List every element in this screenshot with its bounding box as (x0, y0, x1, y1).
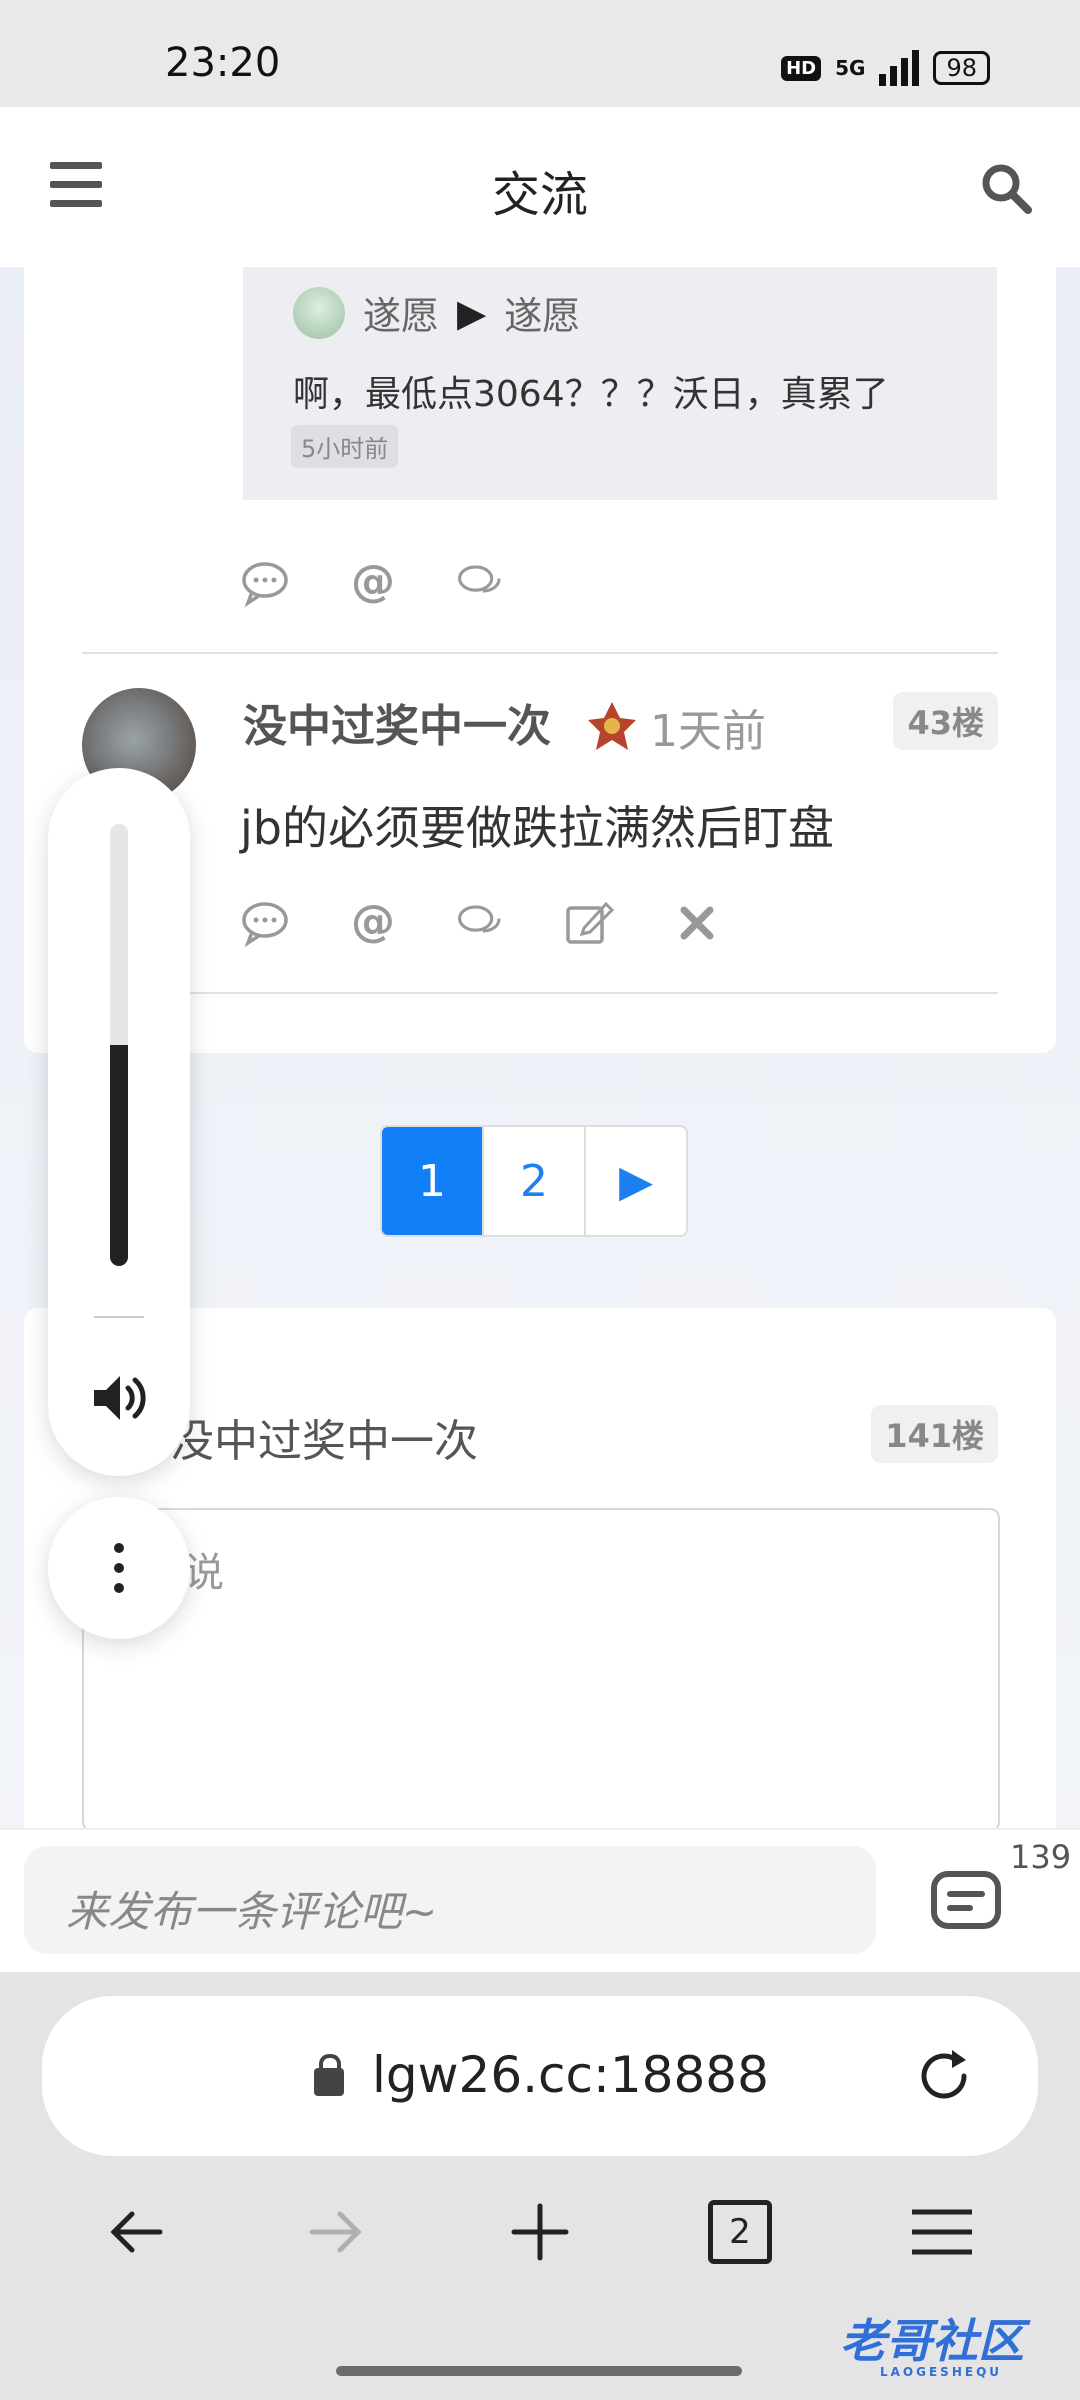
signal-icon (879, 50, 920, 86)
post-time: 1天前 (650, 706, 766, 757)
quote-actions: @ (240, 558, 506, 608)
back-icon (110, 2211, 163, 2253)
page-button-1[interactable]: 1 (382, 1127, 484, 1235)
status-bar: 23:20 HD 5G 98 (0, 0, 1080, 107)
reply-icon[interactable] (456, 558, 506, 608)
browser-menu-button[interactable] (902, 2192, 982, 2272)
comment-icon[interactable] (240, 558, 290, 608)
hd-icon: HD (781, 55, 822, 81)
post-username[interactable]: 没中过奖中一次 (243, 690, 551, 754)
quote-from-user[interactable]: 遂愿 (363, 285, 439, 340)
post-actions: @ (240, 898, 722, 948)
avatar[interactable] (293, 286, 345, 339)
badge-icon (588, 702, 636, 750)
mention-icon[interactable]: @ (348, 558, 398, 608)
quote-time: 5小时前 (291, 425, 399, 468)
status-icons: HD 5G 98 (781, 50, 990, 86)
tabs-count: 2 (708, 2200, 772, 2264)
post-content: jb的必须要做跌拉满然后盯盘 (240, 801, 834, 855)
comments-icon[interactable] (930, 1870, 1002, 1934)
forward-icon (309, 2211, 362, 2253)
network-label: 5G (835, 56, 866, 80)
delete-icon[interactable] (672, 898, 722, 948)
reply-icon[interactable] (456, 898, 506, 948)
reply-textarea[interactable]: 说 (82, 1508, 1000, 1832)
back-button[interactable] (96, 2192, 176, 2272)
url-text: lgw26.cc:18888 (372, 2046, 769, 2104)
app-header: 交流 (0, 107, 1080, 267)
page-button-2[interactable]: 2 (484, 1127, 586, 1235)
speaker-icon[interactable] (90, 1368, 150, 1428)
watermark-logo: 老哥社区 LAOGESHEQU (840, 2305, 1024, 2379)
volume-slider[interactable] (110, 824, 128, 1266)
comment-count: 139 (1010, 1838, 1072, 1876)
more-options-button[interactable] (48, 1497, 190, 1639)
status-time: 23:20 (165, 40, 281, 86)
forward-button[interactable] (296, 2192, 376, 2272)
page-title: 交流 (491, 167, 588, 223)
watermark-text: 老哥社区 (840, 2314, 1024, 2368)
edit-icon[interactable] (564, 898, 614, 948)
comment-bar: 来发布一条评论吧~ 139 (0, 1828, 1080, 1974)
next-page-button[interactable]: ▶ (586, 1127, 686, 1235)
divider (82, 992, 998, 994)
pagination: 1 2 ▶ (380, 1125, 688, 1237)
comment-placeholder: 来发布一条评论吧~ (66, 1887, 438, 1936)
svg-text:@: @ (351, 558, 395, 607)
lock-icon (314, 2054, 344, 2096)
floor-badge: 141楼 (871, 1405, 998, 1463)
reply-username: 没中过奖中一次 (170, 1416, 478, 1467)
mention-icon[interactable]: @ (348, 898, 398, 948)
tabs-button[interactable]: 2 (700, 2192, 780, 2272)
browser-nav: 2 (0, 2172, 1080, 2292)
reply-placeholder: 说 (184, 1550, 224, 1596)
divider (94, 1316, 144, 1318)
quote-to-user[interactable]: 遂愿 (504, 285, 580, 340)
plus-icon (511, 2203, 569, 2261)
home-indicator[interactable] (336, 2366, 742, 2376)
menu-icon (912, 2209, 972, 2255)
comment-input[interactable]: 来发布一条评论吧~ (24, 1846, 876, 1954)
volume-panel (48, 768, 190, 1476)
divider (82, 652, 998, 654)
quote-text: 啊，最低点3064？？？沃日，真累了 (293, 374, 889, 415)
new-tab-button[interactable] (500, 2192, 580, 2272)
floor-badge: 43楼 (893, 692, 998, 750)
reload-icon[interactable] (912, 2044, 976, 2108)
reply-arrow-icon: ▶ (457, 290, 487, 335)
volume-level (110, 1045, 128, 1266)
search-icon[interactable] (980, 162, 1032, 214)
svg-text:@: @ (351, 898, 395, 947)
comment-icon[interactable] (240, 898, 290, 948)
battery-icon: 98 (933, 51, 990, 85)
quoted-reply: 遂愿 ▶ 遂愿 啊，最低点3064？？？沃日，真累了 5小时前 (243, 267, 997, 500)
address-bar[interactable]: lgw26.cc:18888 (42, 1996, 1038, 2156)
